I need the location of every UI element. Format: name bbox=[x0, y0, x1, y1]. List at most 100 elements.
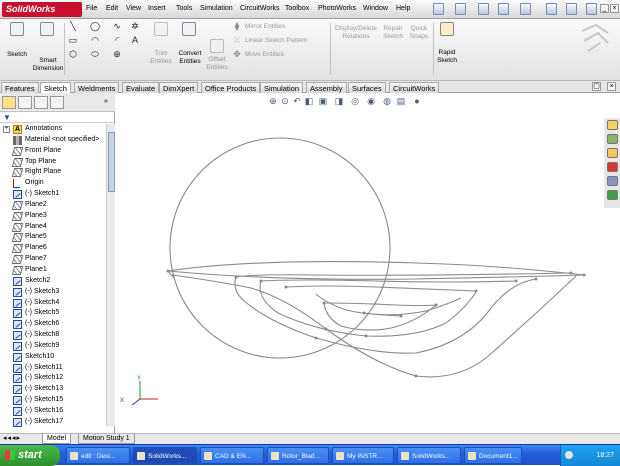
solidworks-resources-icon[interactable] bbox=[607, 120, 618, 130]
menu-file[interactable]: File bbox=[86, 5, 97, 12]
construction-circle[interactable] bbox=[169, 137, 391, 359]
configuration-manager-tab-icon[interactable] bbox=[34, 96, 48, 109]
chevron-right-icon[interactable]: » bbox=[104, 98, 108, 105]
tree-item[interactable]: (-) Sketch1 bbox=[0, 189, 106, 200]
minimize-window-button[interactable]: _ bbox=[600, 4, 609, 13]
new-document-icon[interactable] bbox=[433, 3, 444, 15]
tree-item[interactable]: Top Plane bbox=[0, 157, 106, 168]
tree-item[interactable]: Plane2 bbox=[0, 200, 106, 211]
taskbar-item[interactable]: CAD & EN... bbox=[200, 447, 264, 464]
solidworks-logo[interactable]: SolidWorks bbox=[2, 2, 82, 17]
expand-icon[interactable]: + bbox=[3, 126, 10, 133]
menu-view[interactable]: View bbox=[126, 5, 141, 12]
display-delete-relations-button-label[interactable]: Display/Delete Relations bbox=[332, 25, 380, 41]
tree-item[interactable]: Plane4 bbox=[0, 222, 106, 233]
close-document-button[interactable]: × bbox=[607, 82, 616, 91]
tab-motion-study-1[interactable]: Motion Study 1 bbox=[78, 434, 135, 444]
tab-scroll-arrows[interactable]: ◂◂◂▸ bbox=[3, 434, 21, 442]
tree-item[interactable]: (-) Sketch9 bbox=[0, 341, 106, 352]
tree-item[interactable]: Plane1 bbox=[0, 265, 106, 276]
tree-scrollbar[interactable] bbox=[106, 124, 115, 426]
start-button[interactable]: start bbox=[0, 445, 60, 466]
tab-assembly[interactable]: Assembly bbox=[306, 82, 347, 93]
tab-simulation[interactable]: Simulation bbox=[260, 82, 304, 93]
offset-entities-button-label[interactable]: Offset Entities bbox=[202, 56, 232, 72]
dimxpert-manager-tab-icon[interactable] bbox=[50, 96, 64, 109]
menu-window[interactable]: Window bbox=[363, 5, 388, 12]
property-manager-tab-icon[interactable] bbox=[18, 96, 32, 109]
taskbar-item[interactable]: SolidWorks... bbox=[133, 447, 197, 464]
tree-item[interactable]: (-) Sketch6 bbox=[0, 319, 106, 330]
section-curve-8[interactable] bbox=[323, 302, 437, 331]
taskbar-item[interactable]: edit : Desi... bbox=[66, 447, 130, 464]
tree-item[interactable]: (-) Sketch15 bbox=[0, 395, 106, 406]
taskbar-item[interactable]: Rotor_Blad... bbox=[267, 447, 329, 464]
section-curve-7[interactable] bbox=[323, 302, 437, 307]
sketch-button-label[interactable]: Sketch bbox=[4, 51, 30, 59]
feature-manager-tab-icon[interactable] bbox=[2, 96, 16, 109]
search-icon[interactable] bbox=[607, 162, 618, 172]
tree-item[interactable]: (-) Sketch17 bbox=[0, 417, 106, 428]
centerline-tool-icon[interactable]: ⊕ bbox=[112, 50, 122, 59]
tree-item[interactable]: (-) Sketch16 bbox=[0, 406, 106, 417]
tree-item[interactable]: (-) Sketch3 bbox=[0, 287, 106, 298]
tree-item[interactable]: (-) Sketch11 bbox=[0, 363, 106, 374]
menu-simulation[interactable]: Simulation bbox=[200, 5, 233, 12]
design-library-icon[interactable] bbox=[607, 134, 618, 144]
tree-item[interactable]: Sketch10 bbox=[0, 352, 106, 363]
smart-dimension-icon[interactable] bbox=[40, 22, 54, 36]
menu-circuitworks[interactable]: CircuitWorks bbox=[240, 5, 280, 12]
options-icon[interactable] bbox=[586, 3, 597, 15]
tree-item[interactable]: Right Plane bbox=[0, 167, 106, 178]
tab-model[interactable]: Model bbox=[42, 434, 72, 444]
network-icon[interactable] bbox=[565, 451, 573, 459]
tree-item[interactable]: Material <not specified> bbox=[0, 135, 106, 146]
text-tool-icon[interactable]: A bbox=[130, 36, 140, 45]
offset-entities-icon[interactable] bbox=[210, 39, 224, 53]
menu-insert[interactable]: Insert bbox=[148, 5, 166, 12]
spline-tool-icon[interactable]: ∿ bbox=[112, 22, 122, 31]
blade-outline-3[interactable] bbox=[171, 274, 577, 378]
tab-features[interactable]: Features bbox=[1, 82, 39, 93]
taskbar-item[interactable]: SolidWorks... bbox=[397, 447, 461, 464]
scrollbar-thumb[interactable] bbox=[108, 132, 115, 192]
tab-weldments[interactable]: Weldments bbox=[74, 82, 120, 93]
close-window-button[interactable]: × bbox=[610, 4, 619, 13]
trim-entities-icon[interactable] bbox=[154, 22, 168, 36]
tree-item[interactable]: Origin bbox=[0, 178, 106, 189]
sketch-icon[interactable] bbox=[10, 22, 24, 36]
filter-icon[interactable]: ▼ bbox=[3, 113, 11, 122]
restore-document-button[interactable]: ▢ bbox=[592, 82, 601, 91]
repair-sketch-button-label[interactable]: Repair Sketch bbox=[380, 25, 406, 41]
save-icon[interactable] bbox=[478, 3, 489, 15]
print-icon[interactable] bbox=[498, 3, 509, 15]
circle-tool-icon[interactable]: ◯ bbox=[90, 22, 100, 31]
taskbar-item[interactable]: My INSTR... bbox=[332, 447, 394, 464]
open-folder-icon[interactable] bbox=[455, 3, 466, 15]
tree-item[interactable]: (-) Sketch8 bbox=[0, 330, 106, 341]
taskbar-item[interactable]: Document1... bbox=[464, 447, 522, 464]
ellipse-tool-icon[interactable]: ⬭ bbox=[90, 50, 100, 59]
tree-item[interactable]: Front Plane bbox=[0, 146, 106, 157]
polygon-tool-icon[interactable]: ⬡ bbox=[68, 50, 78, 59]
tab-circuitworks[interactable]: CircuitWorks bbox=[389, 82, 440, 93]
fillet-tool-icon[interactable]: ◜ bbox=[112, 36, 122, 45]
tree-item[interactable]: Plane6 bbox=[0, 243, 106, 254]
tree-item[interactable]: Plane7 bbox=[0, 254, 106, 265]
menu-help[interactable]: Help bbox=[396, 5, 410, 12]
tab-dimxpert[interactable]: DimXpert bbox=[159, 82, 199, 93]
quick-snaps-button-label[interactable]: Quick Snaps bbox=[406, 25, 432, 41]
menu-toolbox[interactable]: Toolbox bbox=[285, 5, 309, 12]
tab-surfaces[interactable]: Surfaces bbox=[348, 82, 386, 93]
rapid-sketch-button-label[interactable]: Rapid Sketch bbox=[432, 49, 462, 65]
line-tool-icon[interactable]: ╲ bbox=[68, 22, 78, 31]
menu-photoworks[interactable]: PhotoWorks bbox=[318, 5, 356, 12]
move-entities-button-label[interactable]: Move Entities bbox=[245, 51, 284, 59]
blade-outline-1[interactable] bbox=[167, 261, 585, 276]
menu-edit[interactable]: Edit bbox=[106, 5, 118, 12]
convert-entities-icon[interactable] bbox=[182, 22, 196, 36]
graphics-area[interactable]: ⊕ ⊙ ↶ ◧ ▣ ◨ ◎ ◉ ◍ ▤ ● Y X bbox=[116, 93, 604, 433]
tab-evaluate[interactable]: Evaluate bbox=[122, 82, 160, 93]
tree-item[interactable]: + A Annotations bbox=[0, 124, 106, 135]
section-curve-3[interactable] bbox=[260, 279, 517, 283]
